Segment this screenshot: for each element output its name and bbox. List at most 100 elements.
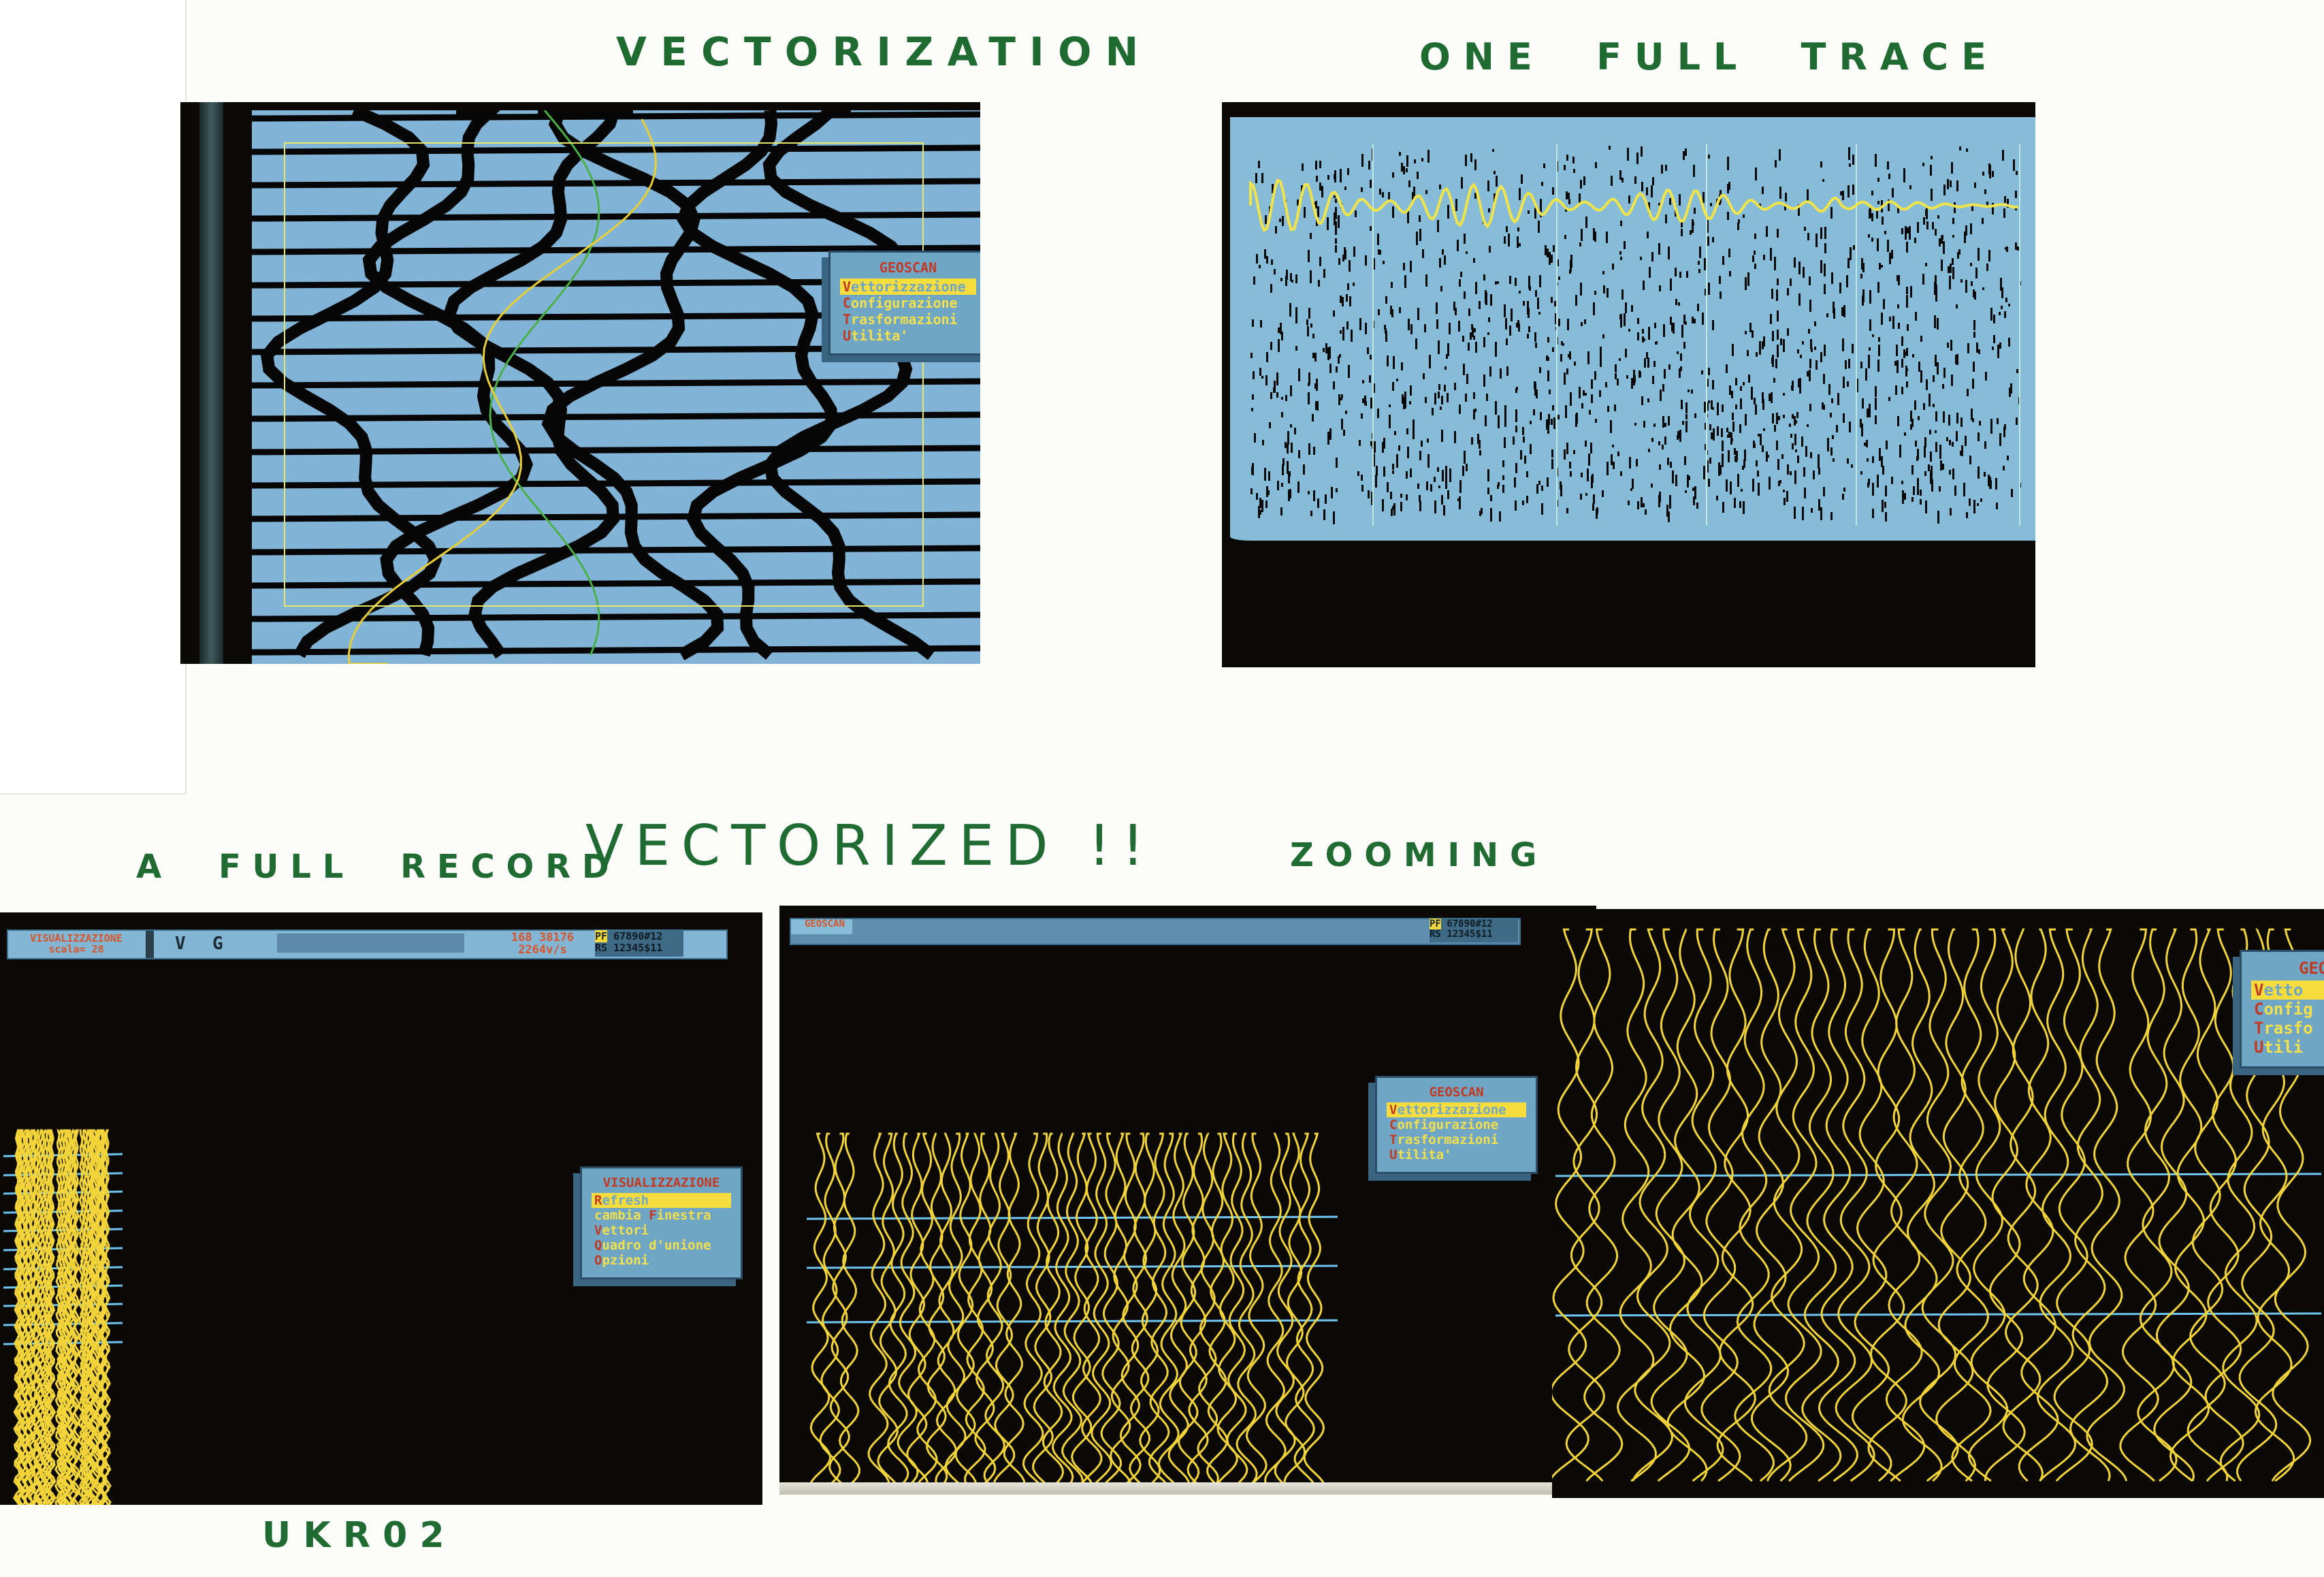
raster-dot — [1290, 273, 1292, 281]
raster-dot — [1993, 335, 1995, 343]
raster-dot — [1876, 210, 1878, 219]
menu-item[interactable]: Utili — [2251, 1038, 2324, 1057]
raster-dot — [1665, 165, 1667, 171]
menu-item[interactable]: Vetto — [2251, 981, 2324, 1000]
raster-dot — [1417, 483, 1419, 489]
raster-dot — [1515, 500, 1517, 511]
raster-dot — [1552, 405, 1554, 411]
menu-item[interactable]: Vettorizzazione — [840, 278, 976, 295]
menu-item[interactable]: Utilita' — [840, 328, 976, 344]
raster-dot — [1319, 182, 1321, 191]
raster-dot — [1952, 258, 1954, 265]
raster-dot — [1970, 263, 1972, 266]
raster-dot — [1632, 479, 1634, 489]
menu-item[interactable]: Opzioni — [592, 1253, 731, 1268]
raster-dot — [1814, 347, 1816, 350]
raster-dot — [2016, 369, 2018, 373]
raster-dot — [1308, 392, 1310, 404]
menu-item[interactable]: Configurazione — [1387, 1117, 1526, 1132]
raster-dot — [1403, 263, 1405, 270]
raster-dot — [1336, 458, 1338, 468]
raster-dot — [1628, 195, 1630, 204]
raster-dot — [1365, 255, 1367, 266]
raster-dot — [1878, 337, 1880, 342]
raster-dot — [1683, 342, 1685, 349]
menu-item[interactable]: Trasformazioni — [1387, 1132, 1526, 1147]
raster-dot — [1906, 381, 1908, 387]
raster-dot — [1717, 426, 1719, 436]
raster-dot — [1721, 428, 1723, 437]
raster-dot — [1436, 319, 1438, 329]
raster-dot — [1383, 466, 1385, 477]
raster-dot — [1552, 187, 1554, 195]
menu-item[interactable]: cambia Finestra — [592, 1208, 731, 1223]
raster-dot — [1487, 488, 1489, 494]
raster-dot — [1298, 450, 1300, 458]
raster-dot — [1437, 220, 1439, 232]
raster-dot — [1684, 456, 1686, 465]
raster-dot — [1595, 162, 1597, 168]
trace — [1110, 1132, 1133, 1495]
menu-item[interactable]: Vettorizzazione — [1387, 1102, 1526, 1117]
raster-dot — [1442, 470, 1444, 481]
photo-zoom-2-screen: GEO Vetto Config Trasfo Utili — [1552, 909, 2324, 1498]
raster-dot — [1734, 498, 1736, 508]
menu-item[interactable]: Trasfo — [2251, 1019, 2324, 1038]
raster-dot — [1745, 414, 1747, 426]
raster-dot — [1815, 360, 1818, 370]
raster-dot — [1842, 494, 1844, 500]
raster-dot — [1385, 328, 1387, 334]
raster-dot — [1649, 267, 1651, 278]
raster-dot — [1956, 304, 1958, 308]
raster-dot — [1513, 436, 1515, 445]
raster-dot — [1790, 434, 1792, 438]
raster-dot — [1349, 260, 1351, 272]
raster-dot — [1798, 261, 1801, 274]
raster-dot — [1803, 267, 1805, 276]
raster-dot — [1713, 428, 1715, 441]
raster-dot — [1558, 319, 1560, 326]
raster-dot — [1807, 371, 1809, 377]
menu-item[interactable]: Quadro d'unione — [592, 1238, 731, 1253]
raster-dot — [1916, 456, 1918, 461]
menu-item[interactable]: Utilita' — [1387, 1147, 1526, 1162]
raster-dot — [1871, 238, 1873, 242]
raster-dot — [1772, 413, 1774, 424]
raster-dot — [1317, 401, 1319, 411]
raster-dot — [1408, 180, 1410, 187]
raster-dot — [1818, 468, 1820, 475]
raster-dot — [1777, 229, 1779, 238]
raster-dot — [1877, 360, 1879, 372]
menu-item[interactable]: Configurazione — [840, 295, 976, 311]
raster-dot — [1851, 464, 1853, 468]
raster-dot — [1382, 499, 1384, 511]
menu-item[interactable]: Trasformazioni — [840, 311, 976, 328]
menu-item[interactable]: Config — [2251, 1000, 2324, 1019]
raster-dot — [1708, 283, 1710, 295]
raster-dot — [1541, 485, 1543, 491]
raster-dot — [1909, 185, 1911, 189]
menu-item[interactable]: Refresh — [592, 1193, 731, 1208]
raster-dot — [1911, 419, 1914, 427]
timing-line — [252, 578, 980, 589]
raster-dot — [1681, 400, 1683, 409]
raster-dot — [1538, 312, 1540, 315]
raster-dot — [1347, 168, 1349, 175]
raster-dot — [1427, 150, 1430, 163]
raster-dot — [1290, 385, 1292, 396]
raster-dot — [1820, 260, 1822, 273]
menu-item[interactable]: Vettori — [592, 1223, 731, 1238]
raster-dot — [1651, 185, 1653, 197]
raster-dot — [1822, 402, 1824, 409]
raster-dot — [1359, 440, 1361, 446]
raster-dot — [1581, 229, 1583, 241]
raster-dot — [1443, 505, 1445, 515]
raster-dot — [1614, 404, 1616, 411]
raster-dot — [1626, 375, 1628, 379]
raster-dot — [1847, 185, 1850, 197]
raster-dot — [1982, 172, 1984, 176]
trace — [2053, 928, 2093, 1482]
raster-dot — [1568, 193, 1570, 199]
raster-dot — [1611, 454, 1613, 465]
raster-dot — [1329, 364, 1332, 373]
